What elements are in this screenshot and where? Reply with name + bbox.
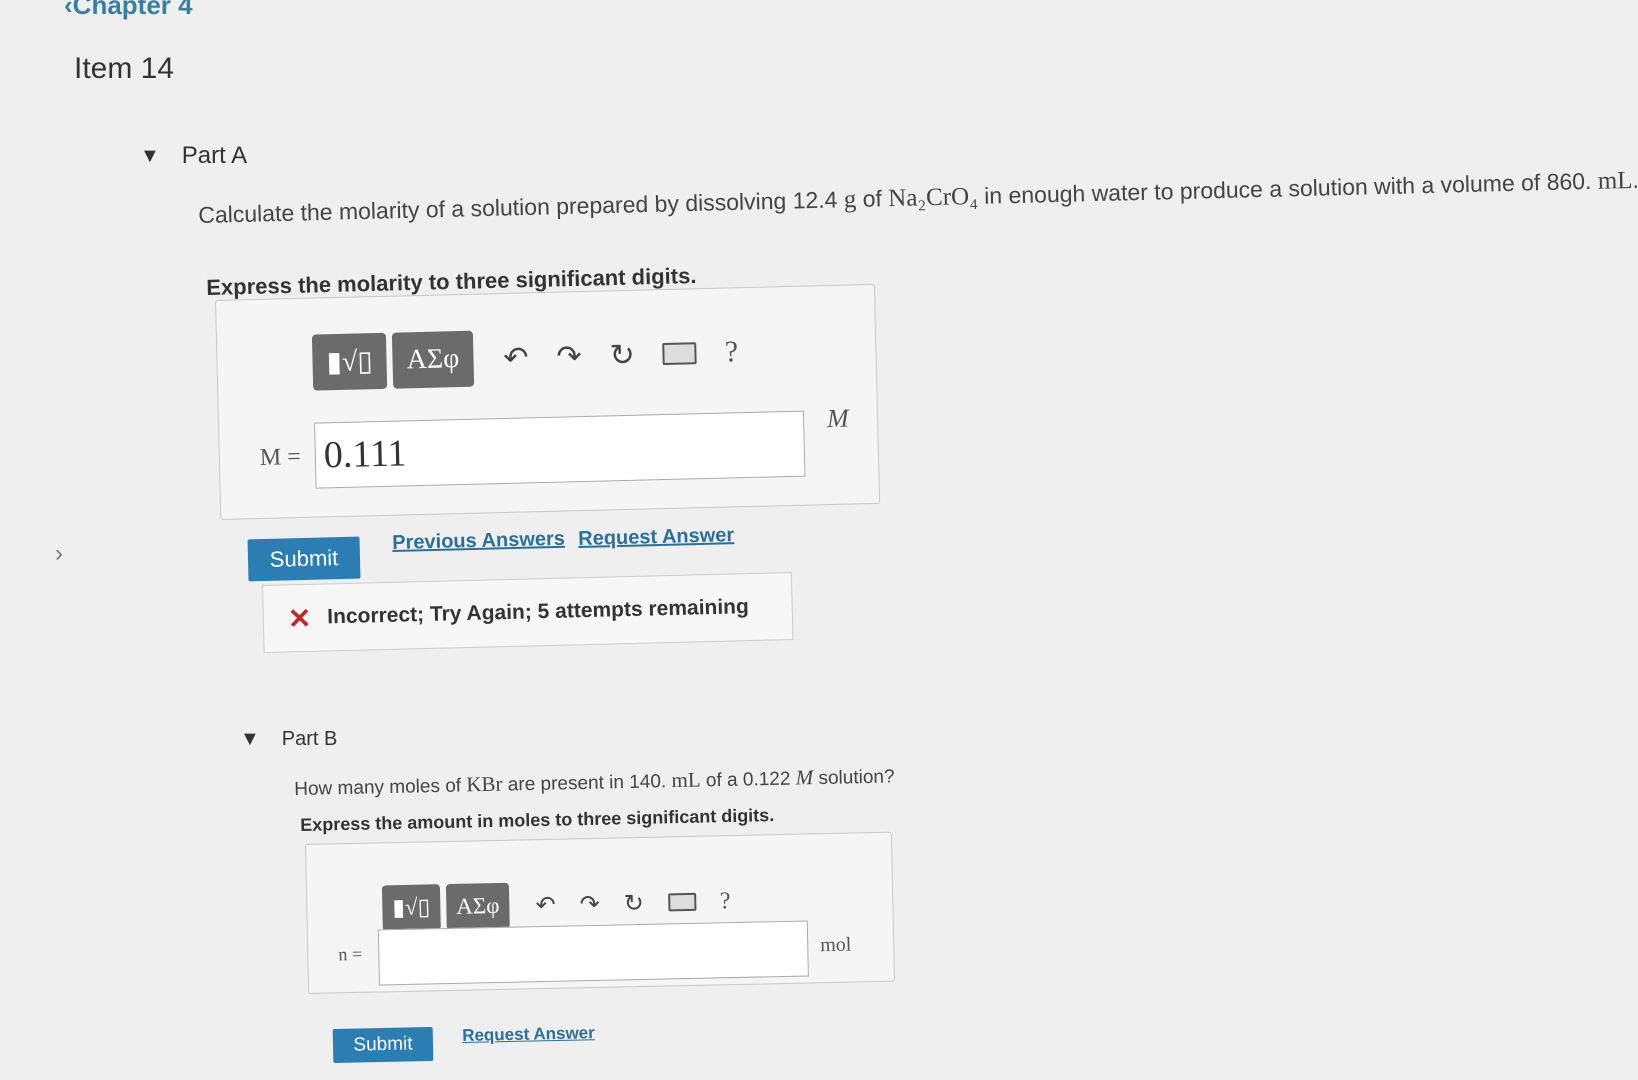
greek-symbols-button[interactable]: ΑΣφ [445, 882, 511, 931]
question-period: . [1632, 166, 1638, 193]
question-text: How many moles of [294, 775, 467, 800]
unit-ml: mL [1597, 166, 1633, 195]
undo-icon[interactable]: ↶ [503, 340, 529, 376]
compound-formula: KBr [466, 771, 503, 797]
submit-button[interactable]: Submit [247, 536, 361, 582]
unit-ml: mL [671, 767, 701, 793]
back-link-label: Chapter 4 [72, 0, 193, 20]
undo-icon[interactable]: ↶ [535, 890, 556, 919]
unit-g: g [843, 185, 857, 214]
reset-icon[interactable]: ↻ [623, 888, 644, 917]
question-text-suffix: in enough water to produce a solution wi… [977, 167, 1592, 209]
part-b-header[interactable]: ▼ Part B [240, 728, 337, 751]
answer-unit: M [826, 403, 850, 434]
part-a-answer-box: ▮√▯ ΑΣφ ↶ ↷ ↻ ? M = 0.111 M [215, 283, 881, 520]
part-b-instruction: Express the amount in moles to three sig… [300, 805, 775, 835]
answer-label: M = [259, 443, 302, 471]
compound-formula: Na₂CrO₄ [887, 182, 979, 213]
feedback-text: Incorrect; Try Again; 5 attempts remaini… [326, 595, 750, 629]
previous-answers-link[interactable]: Previous Answers [392, 528, 565, 555]
answer-label: n = [338, 943, 363, 965]
toolbar-button-group: ▮√▯ ΑΣφ [381, 882, 511, 932]
part-b-title: Part B [281, 728, 338, 750]
caret-down-icon: ▼ [240, 728, 260, 750]
question-text: Calculate the molarity of a solution pre… [198, 186, 838, 228]
page-title: Item 14 [74, 52, 175, 85]
greek-symbols-button[interactable]: ΑΣφ [392, 330, 475, 389]
chevron-left-icon: ‹ [64, 0, 73, 20]
molarity-answer-input[interactable]: 0.111 [314, 410, 806, 489]
request-answer-link[interactable]: Request Answer [462, 1023, 595, 1046]
templates-button[interactable]: ▮√▯ [311, 332, 388, 391]
part-b-answer-box: ▮√▯ ΑΣφ ↶ ↷ ↻ ? n = mol [305, 831, 896, 994]
part-b-question: How many moles of KBr are present in 140… [294, 763, 895, 801]
error-x-icon: ✕ [287, 602, 312, 634]
help-icon[interactable]: ? [724, 335, 738, 369]
request-answer-link[interactable]: Request Answer [578, 524, 734, 551]
question-text-of: of [855, 185, 889, 212]
caret-down-icon: ▼ [140, 144, 160, 167]
part-a-header[interactable]: ▼ Part A [140, 142, 247, 170]
redo-icon[interactable]: ↷ [556, 339, 582, 375]
moles-answer-input[interactable] [377, 920, 809, 986]
help-icon[interactable]: ? [720, 888, 731, 915]
templates-button[interactable]: ▮√▯ [381, 884, 441, 932]
submit-button[interactable]: Submit [332, 1026, 434, 1064]
question-text-mid2: of a 0.122 [700, 768, 791, 792]
back-to-chapter-link[interactable]: ‹Chapter 4 [64, 0, 193, 21]
redo-icon[interactable]: ↷ [579, 889, 600, 918]
chevron-right-icon[interactable]: › [55, 540, 63, 568]
question-text-end: solution? [812, 766, 895, 790]
toolbar-button-group: ▮√▯ ΑΣφ [311, 330, 475, 391]
part-a-title: Part A [181, 142, 248, 169]
unit-m: M [795, 765, 814, 790]
part-a-question: Calculate the molarity of a solution pre… [198, 167, 1638, 230]
keyboard-icon[interactable] [662, 342, 698, 366]
feedback-message: ✕ Incorrect; Try Again; 5 attempts remai… [262, 572, 794, 653]
keyboard-icon[interactable] [667, 892, 697, 912]
question-text-mid: are present in 140. [502, 771, 667, 796]
reset-icon[interactable]: ↻ [609, 337, 635, 373]
math-toolbar: ▮√▯ ΑΣφ ↶ ↷ ↻ ? [311, 324, 739, 391]
answer-unit: mol [820, 933, 852, 957]
